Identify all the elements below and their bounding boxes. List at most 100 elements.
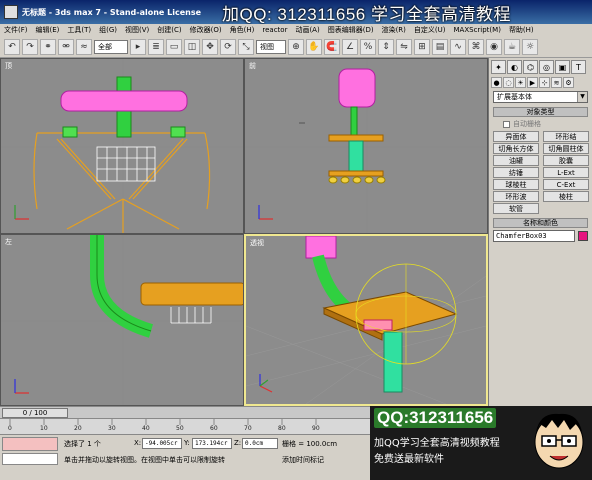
torus-knot-button[interactable]: 环形结 [543, 131, 589, 142]
menu-character[interactable]: 角色(H) [226, 25, 259, 35]
menu-edit[interactable]: 编辑(E) [32, 25, 64, 35]
systems-icon[interactable]: ⚙ [563, 77, 574, 88]
render-scene-icon[interactable]: ☕ [504, 38, 520, 55]
menu-tools[interactable]: 工具(T) [63, 25, 95, 35]
viewport-perspective[interactable]: 透视 [244, 234, 488, 406]
timeline-tick-label: 90 [312, 425, 320, 432]
helpers-icon[interactable]: ⊹ [539, 77, 550, 88]
menu-group[interactable]: 组(G) [95, 25, 121, 35]
prism-button[interactable]: 棱柱 [543, 191, 589, 202]
menu-create[interactable]: 创建(C) [153, 25, 185, 35]
hierarchy-tab-icon[interactable]: ⌬ [523, 60, 538, 74]
lights-icon[interactable]: ☀ [515, 77, 526, 88]
object-type-rollout[interactable]: 对象类型 [493, 107, 588, 117]
chamfer-box-button[interactable]: 切角长方体 [493, 143, 539, 154]
material-editor-icon[interactable]: ◉ [486, 38, 502, 55]
watermark-text: 加QQ: 312311656 学习全套高清教程 [222, 5, 511, 24]
object-type-buttons: 异面体 环形结 切角长方体 切角圆柱体 油罐 胶囊 纺锤 L-Ext 球棱柱 C… [489, 131, 592, 214]
timeline-tick-label: 0 [8, 425, 12, 432]
geometry-category-dropdown[interactable]: 扩展基本体 ▼ [493, 91, 588, 103]
maxscript-listener-mini[interactable] [2, 437, 58, 451]
rotate-icon[interactable]: ⟳ [220, 38, 236, 55]
utilities-tab-icon[interactable]: T [571, 60, 586, 74]
spinner-snap-icon[interactable]: ⇕ [378, 38, 394, 55]
create-tab-icon[interactable]: ✦ [491, 60, 506, 74]
menu-customize[interactable]: 自定义(U) [410, 25, 450, 35]
redo-icon[interactable]: ↷ [22, 38, 38, 55]
unlink-icon[interactable]: ⚮ [58, 38, 74, 55]
undo-icon[interactable]: ↶ [4, 38, 20, 55]
menu-reactor[interactable]: reactor [258, 26, 291, 34]
object-name-input[interactable]: ChamferBox03 [493, 230, 575, 242]
timeline-tick-label: 30 [108, 425, 116, 432]
status-prompt: 单击并拖动以旋转视图。在视图中单击可以限制旋转 [64, 456, 225, 464]
menu-rendering[interactable]: 渲染(R) [378, 25, 410, 35]
add-time-tag[interactable]: 添加时间标记 [282, 455, 324, 465]
name-color-rollout[interactable]: 名称和颜色 [493, 218, 588, 228]
align-icon[interactable]: ⊞ [414, 38, 430, 55]
motion-tab-icon[interactable]: ◎ [539, 60, 554, 74]
menu-help[interactable]: 帮助(H) [505, 25, 538, 35]
modify-tab-icon[interactable]: ◐ [507, 60, 522, 74]
angle-snap-icon[interactable]: ∠ [342, 38, 358, 55]
percent-snap-icon[interactable]: % [360, 38, 376, 55]
promo-overlay: QQ:312311656 加QQ学习全套高清视频教程 免费送最新软件 [370, 406, 592, 480]
viewport-front[interactable]: 前 [244, 58, 488, 234]
menu-maxscript[interactable]: MAXScript(M) [450, 26, 505, 34]
ref-coord-dropdown[interactable]: 视图 [256, 39, 286, 54]
spacewarps-icon[interactable]: ≋ [551, 77, 562, 88]
viewport-top[interactable]: 顶 [0, 58, 244, 234]
curve-editor-icon[interactable]: ∿ [450, 38, 466, 55]
window-crossing-icon[interactable]: ◫ [184, 38, 200, 55]
autogrid-checkbox[interactable]: 自动栅格 [503, 119, 588, 129]
hedra-button[interactable]: 异面体 [493, 131, 539, 142]
x-coord-field[interactable]: -94.005cr [142, 438, 182, 449]
geometry-icon[interactable]: ● [491, 77, 502, 88]
z-coord-field[interactable]: 0.0cm [242, 438, 278, 449]
mirror-icon[interactable]: ⇋ [396, 38, 412, 55]
schematic-icon[interactable]: ⌘ [468, 38, 484, 55]
object-color-swatch[interactable] [578, 231, 588, 241]
oil-tank-button[interactable]: 油罐 [493, 155, 539, 166]
capsule-button[interactable]: 胶囊 [543, 155, 589, 166]
timeline-ruler[interactable]: 0 10 20 30 40 50 60 70 80 90 [0, 418, 370, 434]
shapes-icon[interactable]: ◌ [503, 77, 514, 88]
pivot-icon[interactable]: ⊕ [288, 38, 304, 55]
gengon-button[interactable]: 球棱柱 [493, 179, 539, 190]
z-coord-label: Z: [234, 439, 242, 447]
menu-views[interactable]: 视图(V) [121, 25, 153, 35]
c-ext-button[interactable]: C-Ext [543, 179, 589, 190]
time-slider-thumb[interactable]: 0 / 100 [2, 408, 68, 418]
checkbox-icon [503, 120, 510, 128]
cameras-icon[interactable]: ▶ [527, 77, 538, 88]
maxscript-listener-output[interactable] [2, 453, 58, 465]
menu-file[interactable]: 文件(F) [0, 25, 32, 35]
menu-modifiers[interactable]: 修改器(O) [186, 25, 226, 35]
ringwave-button[interactable]: 环形波 [493, 191, 539, 202]
spindle-button[interactable]: 纺锤 [493, 167, 539, 178]
rect-select-icon[interactable]: ▭ [166, 38, 182, 55]
timeline-tick-label: 50 [176, 425, 184, 432]
scale-icon[interactable]: ⤡ [238, 38, 254, 55]
manipulate-icon[interactable]: ✋ [306, 38, 322, 55]
bind-spacewarp-icon[interactable]: ≈ [76, 38, 92, 55]
promo-line-1: 加QQ学习全套高清视频教程 [374, 438, 500, 449]
app-icon [4, 5, 18, 19]
layer-icon[interactable]: ▤ [432, 38, 448, 55]
menu-graph-editors[interactable]: 图表编辑器(D) [324, 25, 378, 35]
select-object-icon[interactable]: ▸ [130, 38, 146, 55]
link-icon[interactable]: ⚭ [40, 38, 56, 55]
hose-button[interactable]: 软管 [493, 203, 539, 214]
viewport-left[interactable]: 左 [0, 234, 244, 406]
y-coord-field[interactable]: 173.194cr [192, 438, 232, 449]
selection-filter-dropdown[interactable]: 全部 [94, 39, 128, 54]
l-ext-button[interactable]: L-Ext [543, 167, 589, 178]
chamfer-cyl-button[interactable]: 切角圆柱体 [543, 143, 589, 154]
select-by-name-icon[interactable]: ≣ [148, 38, 164, 55]
snap-icon[interactable]: 🧲 [324, 38, 340, 55]
promo-qq: QQ:312311656 [374, 408, 497, 428]
quick-render-icon[interactable]: ☼ [522, 38, 538, 55]
move-icon[interactable]: ✥ [202, 38, 218, 55]
menu-animation[interactable]: 动画(A) [291, 25, 323, 35]
display-tab-icon[interactable]: ▣ [555, 60, 570, 74]
